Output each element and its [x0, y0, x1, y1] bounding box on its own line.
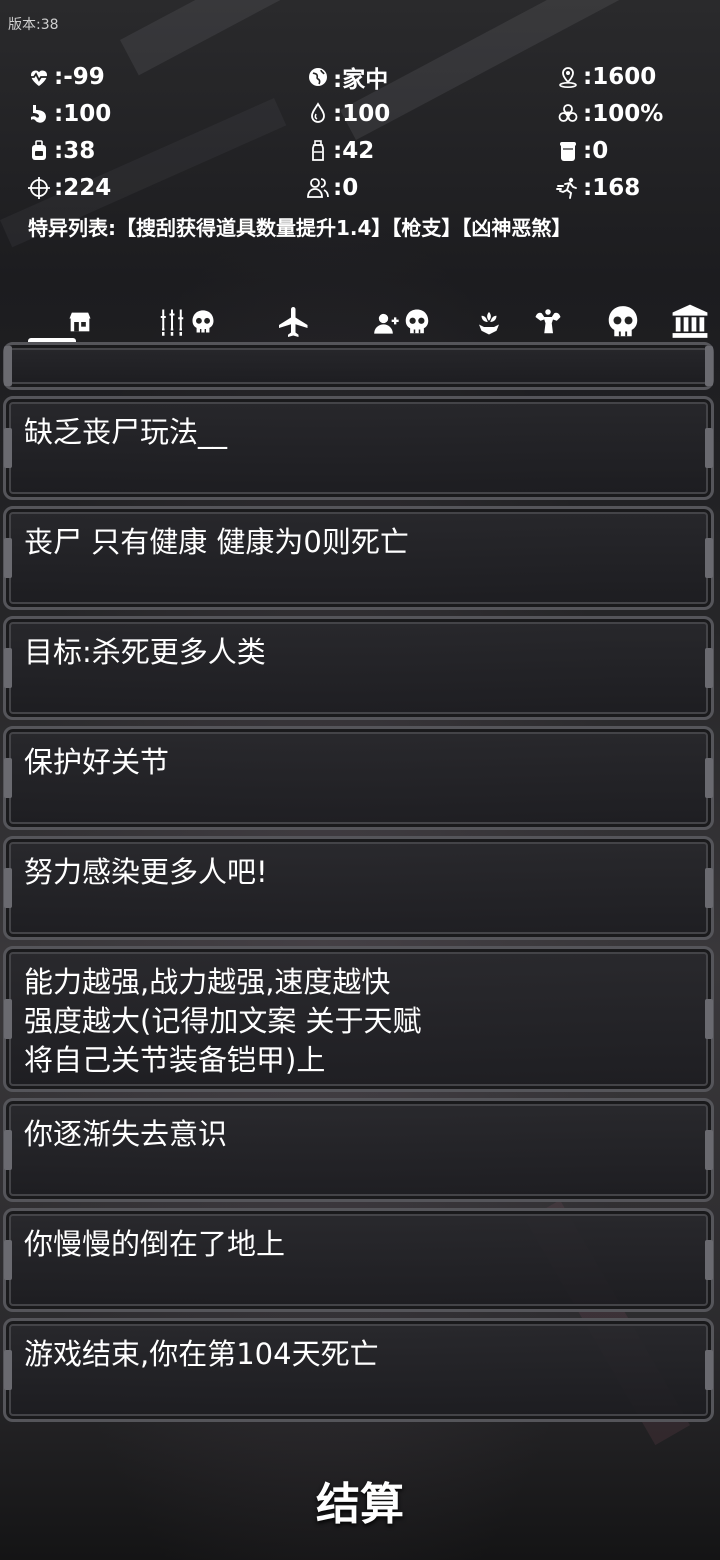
- version-label: 版本:38: [8, 17, 59, 33]
- stat-value: :168: [583, 174, 641, 201]
- recruit-skull-tab[interactable]: [356, 300, 448, 344]
- log-text: 你慢慢的倒在了地上: [24, 1227, 286, 1261]
- stat-location: :家中: [305, 60, 555, 94]
- heart-pulse-icon: [26, 64, 52, 90]
- stomach-icon: [26, 101, 52, 127]
- log-card: 你逐渐失去意识: [3, 1098, 714, 1202]
- log-text: 目标:杀死更多人类: [24, 635, 266, 669]
- stat-value: :-99: [54, 63, 105, 90]
- bank-tab[interactable]: [666, 300, 714, 344]
- stat-distance: :1600: [555, 64, 656, 90]
- log-card: 你慢慢的倒在了地上: [3, 1208, 714, 1312]
- special-traits-list: 特异列表:【搜刮获得道具数量提升1.4】【枪支】【凶神恶煞】: [28, 216, 572, 240]
- bottle-icon: [305, 138, 331, 164]
- plant-tab[interactable]: [472, 300, 506, 344]
- log-text: 你逐渐失去意识: [24, 1117, 228, 1151]
- log-card-partial: [3, 342, 714, 390]
- log-text: 努力感染更多人吧!: [24, 855, 268, 889]
- log-text: 缺乏丧尸玩法__: [24, 415, 228, 449]
- stat-value: :0: [583, 137, 609, 164]
- stat-hunger: :100: [26, 101, 305, 127]
- plant-hand-icon: [479, 312, 499, 335]
- airplane-tab[interactable]: [272, 300, 316, 344]
- stat-value: :100%: [583, 100, 664, 127]
- weapons-icon: [160, 309, 184, 336]
- stats-row: :100 :100 :100%: [26, 95, 706, 132]
- log-text: 保护好关节: [24, 745, 170, 779]
- log-card: 缺乏丧尸玩法__: [3, 396, 714, 500]
- strength-tab[interactable]: [528, 300, 568, 344]
- airplane-icon: [279, 307, 308, 337]
- skull-icon: [608, 306, 638, 337]
- log-text: 能力越强,战力越强,速度越快 强度越大(记得加文案 关于天赋 将自己关节装备铠甲…: [24, 965, 422, 1077]
- skull-icon: [405, 309, 429, 334]
- shop-icon: [69, 312, 91, 332]
- settle-button[interactable]: 结算: [260, 1470, 460, 1540]
- running-icon: [555, 175, 581, 201]
- skull-tab[interactable]: [600, 300, 646, 344]
- stat-fuel: :0: [555, 138, 608, 164]
- stat-accuracy: :224: [26, 175, 305, 201]
- log-card: 保护好关节: [3, 726, 714, 830]
- stat-value: :38: [54, 137, 96, 164]
- stat-water: :100: [305, 101, 555, 127]
- stats-row: :-99 :家中 :1600: [26, 58, 706, 95]
- skull-icon: [192, 310, 214, 333]
- stat-value: :42: [333, 137, 375, 164]
- water-drop-icon: [305, 101, 331, 127]
- stat-value: :100: [54, 100, 112, 127]
- muscle-icon: [535, 309, 561, 334]
- add-user-icon: [374, 313, 399, 334]
- log-card: 努力感染更多人吧!: [3, 836, 714, 940]
- stat-value: :1600: [583, 63, 657, 90]
- bank-icon: [672, 304, 708, 338]
- backpack-icon: [26, 138, 52, 164]
- stats-panel: :-99 :家中 :1600 :100 :100:100%:38:42:…: [26, 58, 706, 206]
- log-card: 游戏结束,你在第104天死亡: [3, 1318, 714, 1422]
- stats-row: :224 :0 :168: [26, 169, 706, 206]
- stat-companions: :0: [305, 175, 555, 201]
- stat-value: :家中: [333, 66, 389, 93]
- log-card: 丧尸 只有健康 健康为0则死亡: [3, 506, 714, 610]
- stats-row: :38 :42 :0: [26, 132, 706, 169]
- stat-supplies: :42: [305, 138, 555, 164]
- log-card: 目标:杀死更多人类: [3, 616, 714, 720]
- weapons-skull-tab[interactable]: [146, 300, 226, 344]
- log-text: 游戏结束,你在第104天死亡: [24, 1337, 379, 1371]
- biohazard-icon: [555, 101, 581, 127]
- map-pin-icon: [555, 64, 581, 90]
- drum-icon: [555, 138, 581, 164]
- stat-health: :-99: [26, 64, 305, 90]
- crosshair-icon: [26, 175, 52, 201]
- globe-icon: [305, 64, 331, 90]
- stat-value: :224: [54, 174, 112, 201]
- log-card: 能力越强,战力越强,速度越快 强度越大(记得加文案 关于天赋 将自己关节装备铠甲…: [3, 946, 714, 1092]
- stat-items: :38: [26, 138, 305, 164]
- log-text: 丧尸 只有健康 健康为0则死亡: [24, 525, 409, 559]
- people-icon: [305, 175, 331, 201]
- stat-value: :100: [333, 100, 391, 127]
- stat-infection: :100%: [555, 101, 663, 127]
- stat-speed: :168: [555, 175, 640, 201]
- stat-value: :0: [333, 174, 359, 201]
